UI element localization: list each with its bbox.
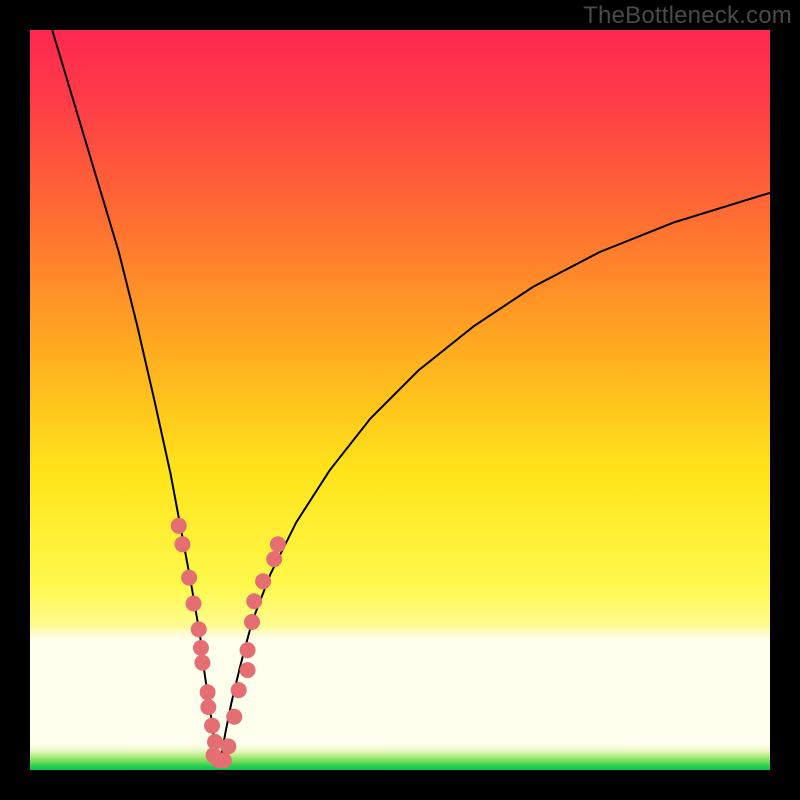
marker-point	[204, 718, 220, 734]
chart-svg	[30, 30, 770, 770]
marker-point	[200, 699, 216, 715]
marker-point	[240, 662, 256, 678]
marker-point	[171, 518, 187, 534]
marker-point	[191, 621, 207, 637]
marker-point	[266, 551, 282, 567]
marker-point	[240, 642, 256, 658]
marker-point	[186, 596, 202, 612]
marker-point	[216, 752, 232, 768]
marker-point	[194, 655, 210, 671]
marker-point	[181, 570, 197, 586]
watermark-text: TheBottleneck.com	[583, 2, 792, 30]
marker-point	[231, 682, 247, 698]
gradient-background	[30, 30, 770, 770]
marker-point	[255, 573, 271, 589]
marker-point	[246, 593, 262, 609]
marker-point	[270, 536, 286, 552]
marker-point	[244, 614, 260, 630]
marker-point	[193, 640, 209, 656]
marker-point	[174, 536, 190, 552]
marker-point	[220, 738, 236, 754]
marker-point	[226, 709, 242, 725]
chart-frame: TheBottleneck.com	[0, 0, 800, 800]
plot-area	[30, 30, 770, 770]
marker-point	[200, 684, 216, 700]
